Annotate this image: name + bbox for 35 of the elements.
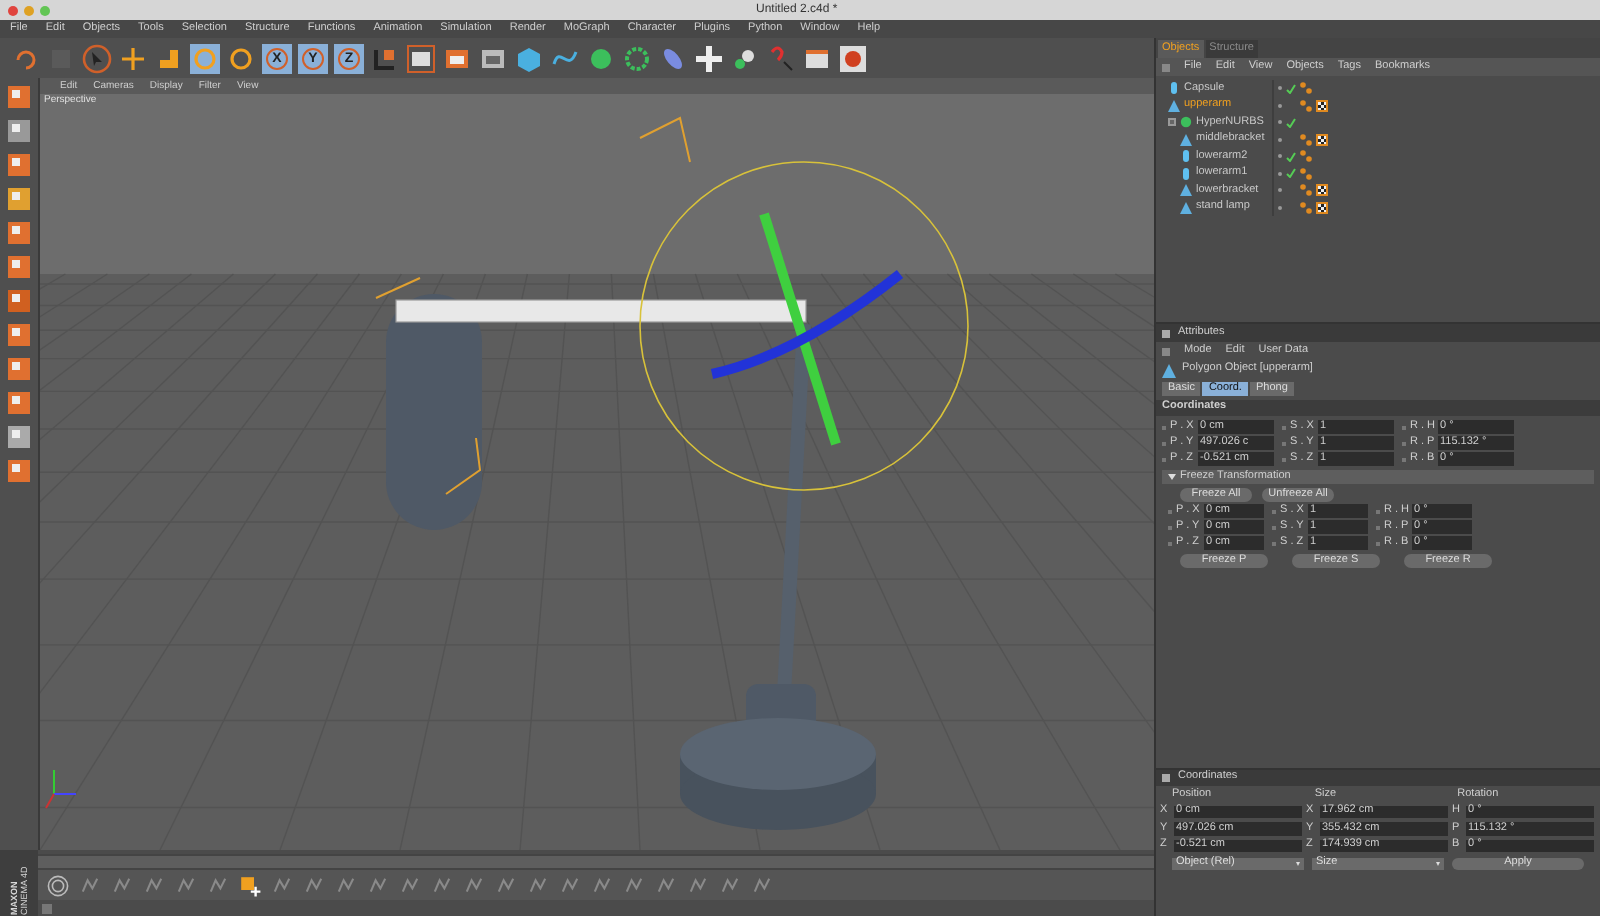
triangle-icon: [1168, 99, 1180, 112]
phong-tag-icon[interactable]: [1300, 150, 1312, 163]
close-icon[interactable]: [8, 5, 18, 15]
checkmark-icon[interactable]: [1286, 83, 1296, 94]
axis-icon: [45, 769, 77, 809]
move-icon[interactable]: [118, 43, 148, 73]
checker-tag-icon[interactable]: [1316, 201, 1328, 214]
rotate-icon[interactable]: [190, 43, 220, 73]
polygon-object-icon: [1162, 363, 1176, 377]
panel-icon: [1162, 774, 1170, 782]
expand-toggle[interactable]: [1168, 118, 1176, 127]
rotate-icon[interactable]: [226, 43, 256, 73]
record-icon[interactable]: [838, 43, 868, 73]
checkmark-icon[interactable]: [1286, 168, 1296, 179]
checker-tag-icon[interactable]: [1316, 99, 1328, 112]
help-icon[interactable]: [766, 43, 796, 73]
phong-tag-icon[interactable]: [1300, 167, 1312, 180]
grip-icon: [1162, 63, 1170, 71]
status-icon: [42, 903, 52, 913]
nurbs-icon: [1180, 116, 1192, 129]
checkmark-icon[interactable]: [1286, 117, 1296, 128]
nurbs-icon[interactable]: [586, 43, 616, 73]
panel-icon: [1162, 329, 1170, 337]
grip-icon: [1162, 347, 1170, 355]
cursor-icon[interactable]: [82, 43, 112, 73]
disclosure-icon[interactable]: [1168, 474, 1176, 480]
capsule-icon: [1168, 82, 1180, 95]
phong-tag-icon[interactable]: [1300, 82, 1312, 95]
checkmark-icon[interactable]: [1286, 151, 1296, 162]
checker-tag-icon[interactable]: [1316, 184, 1328, 197]
target-icon[interactable]: [46, 873, 70, 897]
checker-tag-icon[interactable]: [1316, 133, 1328, 146]
triangle-icon: [1180, 133, 1192, 146]
add-object-icon[interactable]: [238, 873, 262, 897]
array-icon[interactable]: [622, 43, 652, 73]
